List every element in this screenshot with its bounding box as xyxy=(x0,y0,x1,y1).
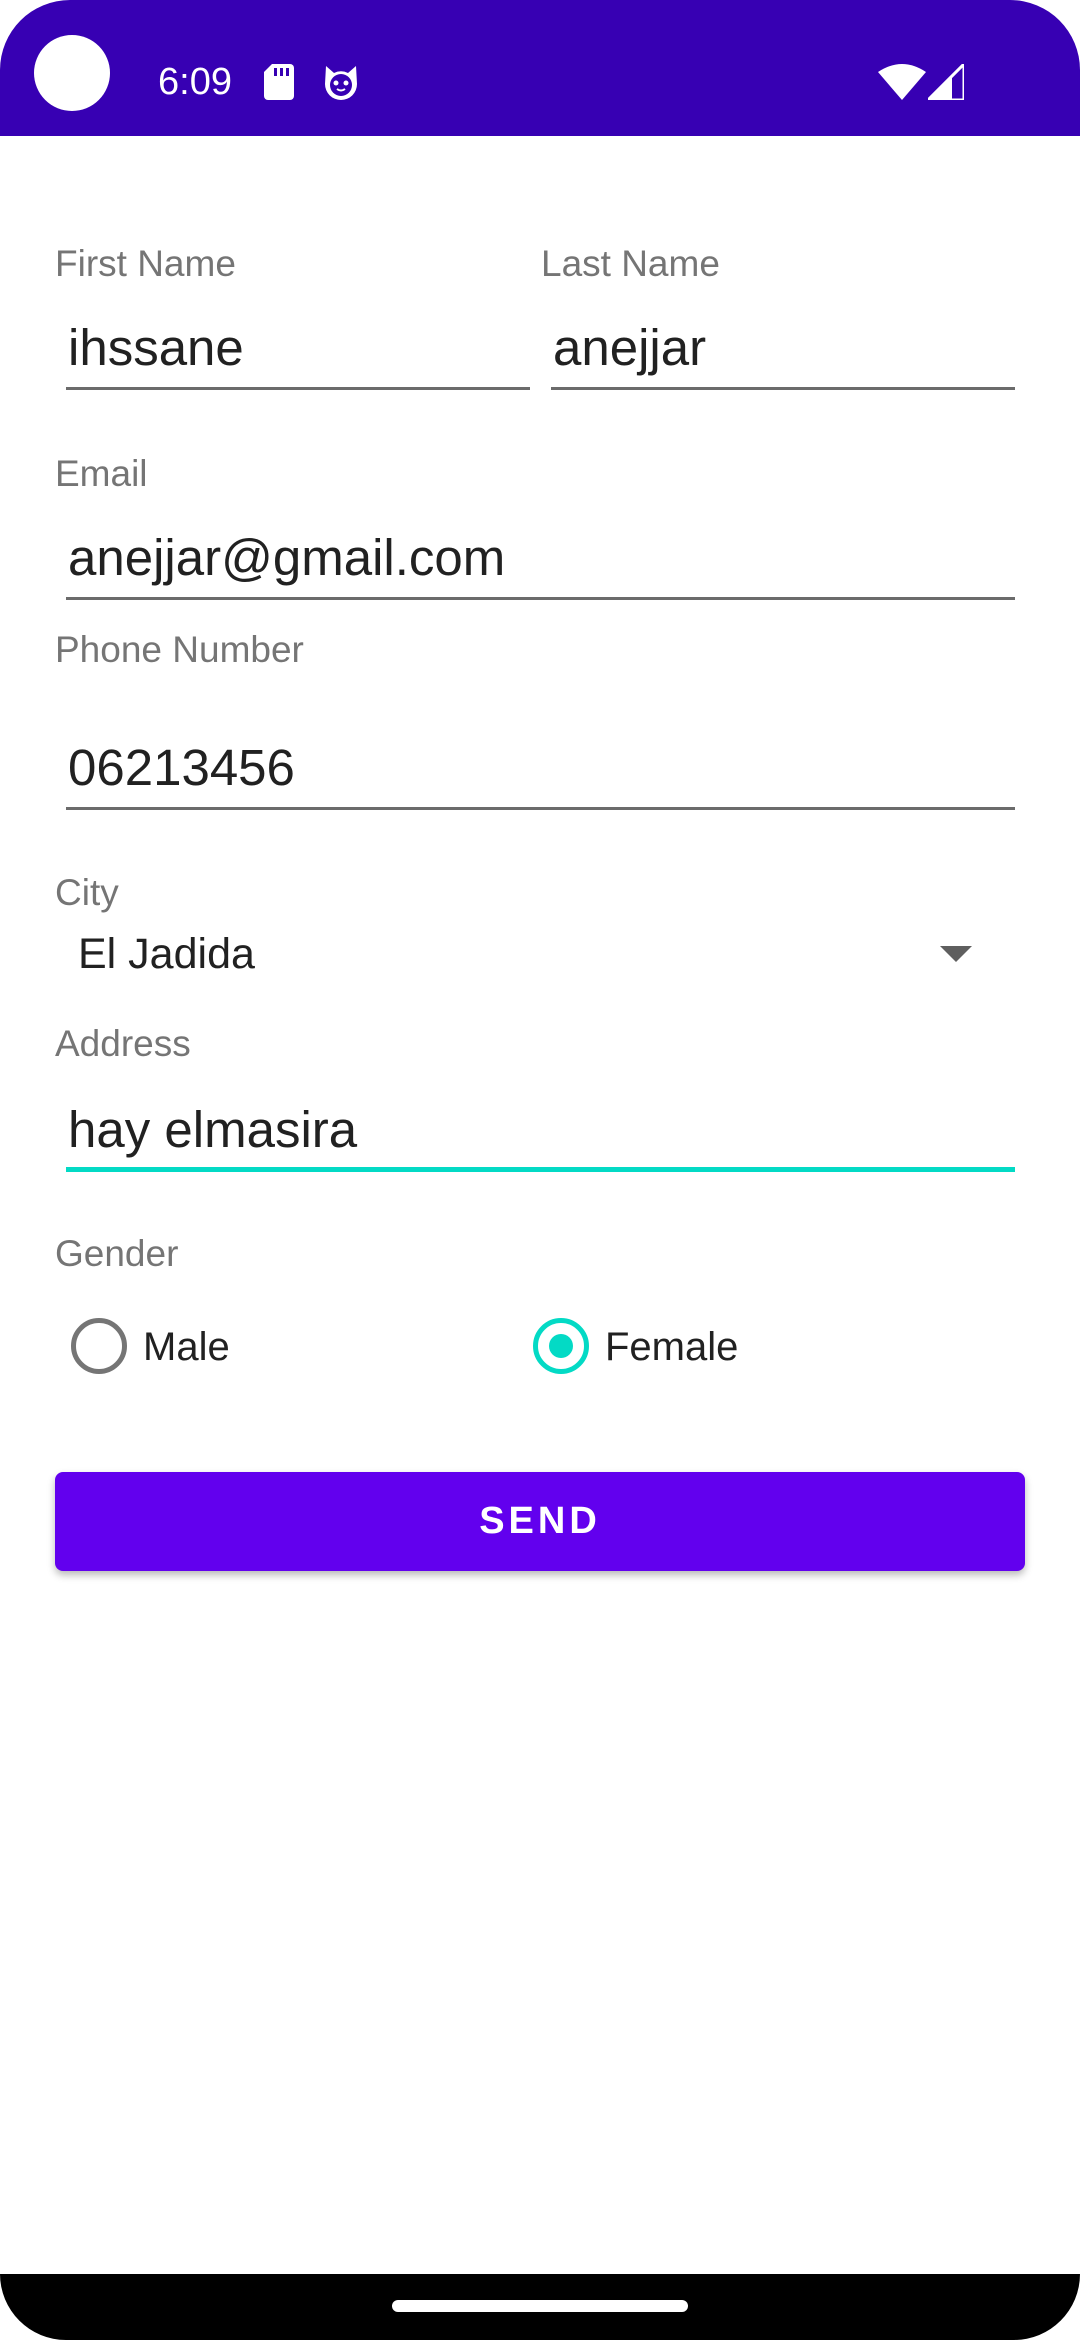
gender-label: Gender xyxy=(55,1233,179,1274)
email-field[interactable]: anejjar@gmail.com xyxy=(66,526,1015,600)
first-name-label: First Name xyxy=(55,243,236,284)
sd-card-icon xyxy=(264,64,294,100)
phone-label: Phone Number xyxy=(55,629,304,670)
last-name-field[interactable]: anejjar xyxy=(551,316,1015,390)
status-bar: 6:09 xyxy=(0,0,1080,136)
dropdown-arrow-icon xyxy=(940,946,972,962)
cell-signal-icon xyxy=(928,64,964,100)
gender-female-label: Female xyxy=(605,1325,739,1369)
status-time: 6:09 xyxy=(158,61,232,103)
last-name-label: Last Name xyxy=(541,243,720,284)
first-name-field[interactable]: ihssane xyxy=(66,316,530,390)
android-cat-icon xyxy=(325,66,357,100)
gender-male-label: Male xyxy=(143,1325,230,1369)
city-label: City xyxy=(55,872,119,913)
radio-checked-icon xyxy=(533,1318,589,1374)
send-button[interactable]: SEND xyxy=(55,1472,1025,1571)
gender-male-radio[interactable]: Male xyxy=(71,1318,271,1382)
first-name-value: ihssane xyxy=(68,319,244,376)
email-value: anejjar@gmail.com xyxy=(68,529,506,586)
city-spinner[interactable]: El Jadida xyxy=(76,924,984,984)
address-value: hay elmasira xyxy=(68,1101,358,1158)
gender-female-radio[interactable]: Female xyxy=(533,1318,773,1382)
radio-unchecked-icon xyxy=(71,1318,127,1374)
radio-dot xyxy=(549,1334,573,1358)
city-selected-value: El Jadida xyxy=(78,930,255,978)
address-field[interactable]: hay elmasira xyxy=(66,1098,1015,1172)
phone-value: 06213456 xyxy=(68,739,295,796)
phone-field[interactable]: 06213456 xyxy=(66,736,1015,810)
navigation-bar xyxy=(0,2274,1080,2340)
address-label: Address xyxy=(55,1023,191,1064)
home-gesture-handle[interactable] xyxy=(392,2300,688,2312)
screen: 6:09 First Name Last Name ihssane anejja… xyxy=(0,0,1080,2340)
wifi-icon xyxy=(878,64,926,100)
last-name-value: anejjar xyxy=(553,319,707,376)
email-label: Email xyxy=(55,453,148,494)
camera-cutout xyxy=(34,35,110,111)
